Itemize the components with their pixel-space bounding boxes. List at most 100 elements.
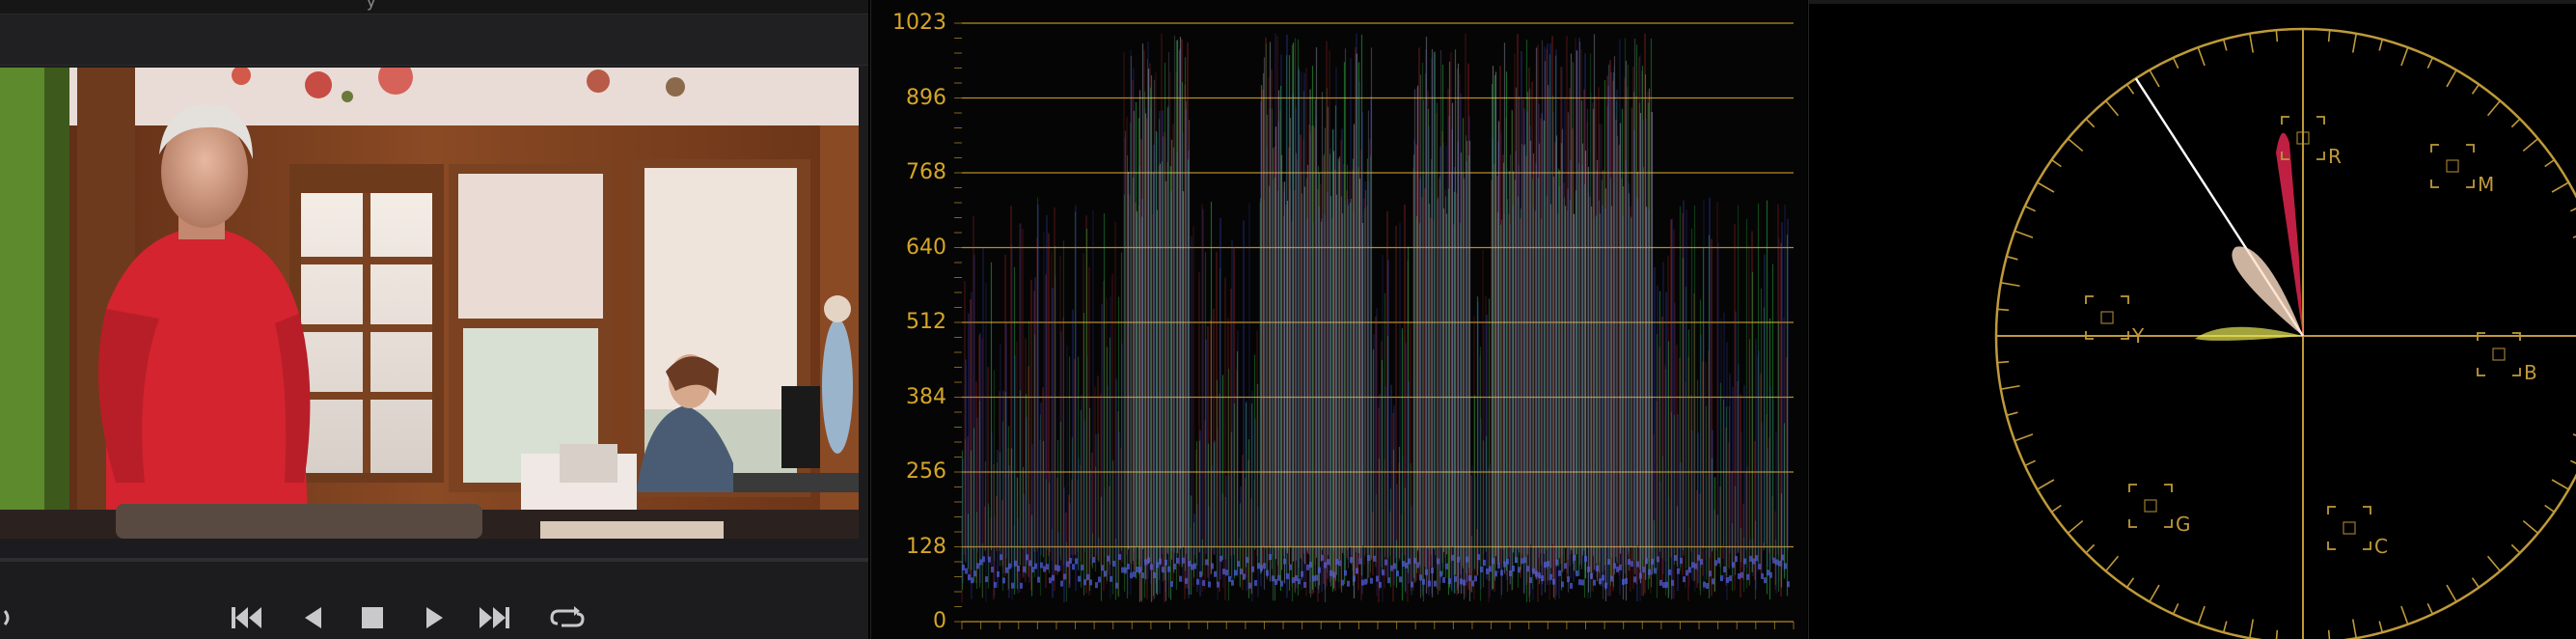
vectorscope-tick: [2351, 33, 2358, 53]
video-frame[interactable]: [0, 68, 859, 539]
vectorscope-tick: [2551, 479, 2569, 490]
waveform-scale-label: 512: [906, 310, 946, 334]
vectorscope-tick: [2400, 605, 2409, 625]
vectorscope-tick: [2378, 39, 2384, 51]
waveform-scale-label: 0: [933, 609, 946, 633]
waveform-scale-label: 768: [906, 160, 946, 184]
vectorscope-signal: [2195, 132, 2303, 341]
vectorscope-tick: [2510, 118, 2521, 128]
vectorscope-tick: [2544, 158, 2555, 168]
vectorscope-tick: [2400, 46, 2409, 67]
vectorscope-tick: [2125, 84, 2135, 95]
vectorscope-tick: [2014, 230, 2034, 238]
vectorscope-tick: [2486, 99, 2502, 117]
vectorscope-tick: [2067, 137, 2084, 153]
vectorscope-tick: [2006, 255, 2018, 261]
vectorscope-tick: [1997, 308, 2010, 312]
vectorscope-tick: [2471, 577, 2480, 588]
waveform-scale-label: 896: [906, 85, 946, 110]
transport-controls: [0, 579, 868, 639]
vectorscope-tick: [2426, 602, 2434, 615]
vectorscope-tick: [2104, 99, 2120, 117]
vectorscope-tick: [2104, 555, 2120, 572]
vectorscope-tick: [2085, 543, 2096, 554]
vectorscope-tick: [2275, 629, 2279, 639]
vectorscope-target-label: Y: [2131, 324, 2145, 347]
vectorscope-tick: [2222, 39, 2228, 51]
vectorscope-target-label: M: [2478, 173, 2494, 196]
vectorscope-tick: [2486, 555, 2502, 572]
vectorscope-tick: [2000, 384, 2020, 391]
vectorscope-tick: [2222, 621, 2228, 633]
vectorscope-target-B: B: [2477, 332, 2537, 384]
waveform-scale-label: 640: [906, 235, 946, 260]
waveform-scale-label: 128: [906, 534, 946, 559]
waveform-scale-label: 384: [906, 384, 946, 409]
vectorscope-tick: [2037, 181, 2055, 193]
vectorscope-target-label: B: [2524, 361, 2537, 384]
vectorscope-tick: [2051, 158, 2062, 168]
waveform-graticule: [954, 22, 1795, 629]
vectorscope-target-C: C: [2327, 506, 2388, 558]
vectorscope-target-Y: Y: [2085, 295, 2145, 347]
viewer-title: y: [367, 0, 376, 11]
play-icon: [426, 607, 443, 628]
play-button[interactable]: [413, 597, 455, 639]
vectorscope-tick: [2014, 433, 2034, 442]
vectorscope-tick: [2446, 69, 2457, 88]
speaker-icon-glyph: [3, 610, 10, 625]
vectorscope-tick: [2172, 57, 2179, 69]
vectorscope-target-label: R: [2328, 145, 2342, 168]
step-back-icon: [305, 607, 321, 628]
vectorscope-tick: [2024, 205, 2037, 212]
vectorscope-tick: [2051, 504, 2062, 514]
vectorscope-tick: [2510, 543, 2521, 554]
vectorscope-tick: [2125, 577, 2135, 588]
vectorscope-tick: [2172, 602, 2179, 615]
vectorscope-tick: [1997, 360, 2010, 364]
vectorscope-tick: [2197, 605, 2206, 625]
vectorscope-tick: [2024, 459, 2037, 467]
stop-icon: [362, 607, 383, 628]
vectorscope-tick: [2378, 621, 2384, 633]
skip-end-icon: [480, 607, 509, 628]
loop-icon: [550, 606, 585, 627]
vectorscope-tick: [2248, 33, 2255, 53]
vectorscope-target-M: M: [2430, 144, 2494, 196]
skip-to-start-button[interactable]: [226, 597, 268, 639]
vectorscope-tick: [2446, 584, 2457, 602]
vectorscope-tick: [2327, 30, 2331, 42]
stop-button[interactable]: [351, 597, 394, 639]
vectorscope-tick: [2275, 30, 2279, 42]
vectorscope-graticule: R M Y B G C: [1994, 27, 2576, 639]
vectorscope-tick: [2085, 118, 2096, 128]
video-frame-image: [0, 68, 859, 539]
vectorscope-tick: [2351, 619, 2358, 639]
vectorscope-tick: [2471, 84, 2480, 95]
vectorscope-tick: [2006, 411, 2018, 417]
vectorscope-tick: [2197, 46, 2206, 67]
loop-button[interactable]: [546, 597, 589, 639]
viewer-toolbar: [0, 14, 868, 66]
vectorscope-tick: [2569, 208, 2576, 212]
vectorscope-tick: [2551, 181, 2569, 193]
vectorscope-tick: [2569, 459, 2576, 464]
waveform-scale-label: 1023: [892, 11, 946, 35]
timeline-scrubber[interactable]: [0, 558, 868, 562]
vectorscope-tick: [2522, 137, 2539, 153]
vectorscope-tick: [2067, 519, 2084, 535]
skip-to-end-button[interactable]: [473, 597, 515, 639]
viewer-title-bar: y: [0, 0, 868, 14]
vectorscope-tick: [2544, 504, 2555, 514]
vectorscope-tick: [2000, 281, 2020, 288]
vectorscope-tick: [2426, 57, 2434, 69]
vectorscope-tick: [2149, 69, 2160, 88]
vectorscope-target-G: G: [2128, 484, 2191, 536]
vectorscope-tick: [2522, 519, 2539, 535]
step-back-button[interactable]: [291, 597, 334, 639]
waveform-scope-panel: 1023 896 768 640 512 384 256 128 0: [870, 0, 1807, 639]
vectorscope-tick: [2037, 479, 2055, 490]
vectorscope-tick: [2149, 584, 2160, 602]
speaker-icon[interactable]: [0, 597, 25, 639]
vectorscope-panel: R M Y B G C: [1808, 0, 2576, 639]
